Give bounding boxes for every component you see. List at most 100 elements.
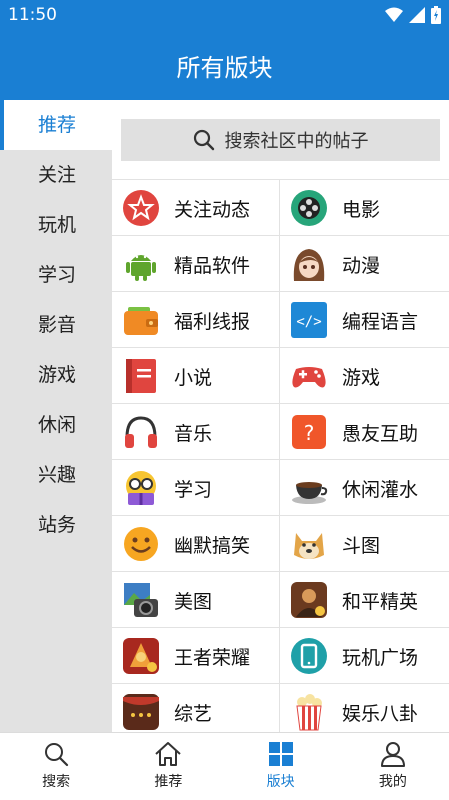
board-label: 福利线报 <box>174 310 251 333</box>
board-label: 音乐 <box>174 422 213 445</box>
board-row: 王者荣耀 玩机广场 <box>112 627 449 684</box>
board-humor[interactable]: 幽默搞笑 <box>112 516 280 572</box>
sidebar-item-site[interactable]: 站务 <box>0 500 112 550</box>
sidebar-item-phone[interactable]: 玩机 <box>0 200 112 250</box>
board-follow-feed[interactable]: 关注动态 <box>112 180 280 236</box>
board-movie[interactable]: 电影 <box>280 180 448 236</box>
board-row: 福利线报 </> 编程语言 <box>112 291 449 348</box>
svg-text:</>: </> <box>296 314 321 330</box>
board-row: 音乐 ? 愚友互助 <box>112 403 449 460</box>
board-variety[interactable]: 综艺 <box>112 684 280 732</box>
wallet-icon <box>122 301 160 339</box>
board-help[interactable]: ? 愚友互助 <box>280 404 448 460</box>
sidebar-item-recommend[interactable]: 推荐 <box>0 100 112 150</box>
gamepad-icon <box>290 357 328 395</box>
board-label: 幽默搞笑 <box>174 534 251 557</box>
anime-girl-icon <box>290 245 328 283</box>
board-phone-square[interactable]: 玩机广场 <box>280 628 448 684</box>
battery-icon <box>431 6 441 24</box>
board-label: 玩机广场 <box>342 646 419 669</box>
code-icon: </> <box>290 301 328 339</box>
category-sidebar: 推荐 关注 玩机 学习 影音 游戏 休闲 兴趣 站务 <box>0 100 112 732</box>
board-label: 小说 <box>174 366 213 389</box>
board-leisure-chat[interactable]: 休闲灌水 <box>280 460 448 516</box>
board-label: 斗图 <box>342 534 381 557</box>
board-label: 愚友互助 <box>342 422 419 445</box>
board-label: 休闲灌水 <box>342 478 419 501</box>
board-peace-elite[interactable]: 和平精英 <box>280 572 448 628</box>
board-label: 游戏 <box>342 366 381 389</box>
sidebar-item-games[interactable]: 游戏 <box>0 350 112 400</box>
search-icon <box>193 129 214 151</box>
coffee-cup-icon <box>290 469 328 507</box>
question-icon: ? <box>290 413 328 451</box>
sidebar-item-label: 学习 <box>38 264 77 286</box>
headphones-icon <box>122 413 160 451</box>
sidebar-item-study[interactable]: 学习 <box>0 250 112 300</box>
sidebar-item-follow[interactable]: 关注 <box>0 150 112 200</box>
tab-label: 搜索 <box>42 774 71 790</box>
board-study[interactable]: 学习 <box>112 460 280 516</box>
doge-icon <box>290 525 328 563</box>
tab-recommend[interactable]: 推荐 <box>112 733 224 800</box>
nerd-emoji-icon <box>122 469 160 507</box>
bottom-nav: 搜索 推荐 版块 我的 <box>0 732 449 800</box>
board-label: 综艺 <box>174 702 213 725</box>
board-row: 幽默搞笑 斗图 <box>112 515 449 572</box>
board-label: 美图 <box>174 590 213 613</box>
board-panel: 搜索社区中的帖子 关注动态 电影 精品软件 动漫 福利线报 </> 编程语言 小… <box>112 100 449 732</box>
board-row: 学习 休闲灌水 <box>112 459 449 516</box>
search-bar[interactable]: 搜索社区中的帖子 <box>121 119 440 161</box>
smile-emoji-icon <box>122 525 160 563</box>
grid-icon <box>268 742 293 766</box>
board-programming[interactable]: </> 编程语言 <box>280 292 448 348</box>
board-row: 关注动态 电影 <box>112 179 449 236</box>
board-label: 精品软件 <box>174 254 251 277</box>
board-honor-of-kings[interactable]: 王者荣耀 <box>112 628 280 684</box>
hok-game-icon <box>122 637 160 675</box>
tab-boards[interactable]: 版块 <box>225 733 337 800</box>
board-grid: 关注动态 电影 精品软件 动漫 福利线报 </> 编程语言 小说 游戏 音乐 ?… <box>112 179 449 732</box>
search-placeholder: 搜索社区中的帖子 <box>224 131 369 152</box>
sidebar-item-interest[interactable]: 兴趣 <box>0 450 112 500</box>
status-bar: 11:50 <box>0 0 449 30</box>
board-novel[interactable]: 小说 <box>112 348 280 404</box>
board-photos[interactable]: 美图 <box>112 572 280 628</box>
board-software[interactable]: 精品软件 <box>112 236 280 292</box>
board-row: 小说 游戏 <box>112 347 449 404</box>
board-gossip[interactable]: 娱乐八卦 <box>280 684 448 732</box>
camera-photo-icon <box>122 581 160 619</box>
popcorn-icon <box>290 693 328 731</box>
board-row: 美图 和平精英 <box>112 571 449 628</box>
person-icon <box>380 742 405 767</box>
board-anime[interactable]: 动漫 <box>280 236 448 292</box>
board-games[interactable]: 游戏 <box>280 348 448 404</box>
tab-search[interactable]: 搜索 <box>0 733 112 800</box>
board-label: 动漫 <box>342 254 381 277</box>
board-label: 编程语言 <box>342 310 419 333</box>
stage-icon <box>122 693 160 731</box>
tab-label: 推荐 <box>154 774 183 790</box>
board-label: 学习 <box>174 478 213 501</box>
film-reel-icon <box>290 189 328 227</box>
status-icons <box>385 6 441 24</box>
board-label: 和平精英 <box>342 590 419 613</box>
sidebar-item-label: 站务 <box>38 514 77 536</box>
home-icon <box>155 742 182 766</box>
board-memes[interactable]: 斗图 <box>280 516 448 572</box>
sidebar-item-label: 推荐 <box>38 114 77 136</box>
tab-profile[interactable]: 我的 <box>337 733 449 800</box>
sidebar-item-label: 关注 <box>38 164 77 186</box>
page-title: 所有版块 <box>176 54 273 82</box>
sidebar-item-leisure[interactable]: 休闲 <box>0 400 112 450</box>
sidebar-item-label: 兴趣 <box>38 464 77 486</box>
star-badge-icon <box>122 189 160 227</box>
sidebar-item-media[interactable]: 影音 <box>0 300 112 350</box>
board-deals[interactable]: 福利线报 <box>112 292 280 348</box>
board-label: 电影 <box>342 198 381 221</box>
board-row: 精品软件 动漫 <box>112 235 449 292</box>
board-music[interactable]: 音乐 <box>112 404 280 460</box>
board-label: 王者荣耀 <box>174 646 251 669</box>
tab-label: 我的 <box>378 774 407 790</box>
wifi-icon <box>385 7 403 22</box>
